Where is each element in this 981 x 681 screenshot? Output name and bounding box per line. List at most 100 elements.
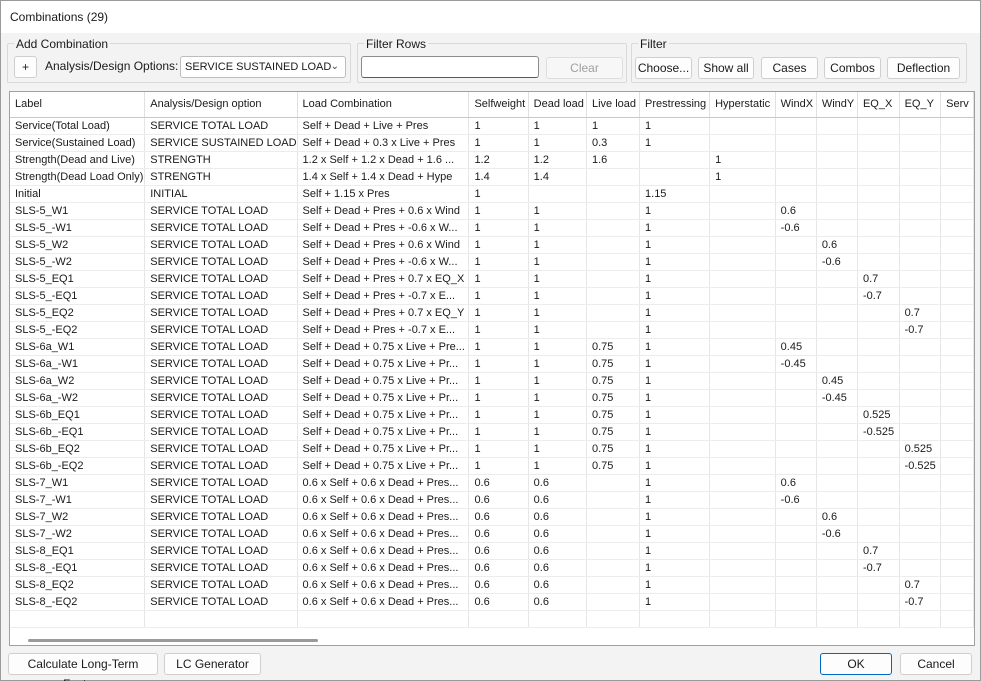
table-cell[interactable]: SLS-6b_EQ2 <box>10 440 146 458</box>
table-cell[interactable] <box>709 134 776 152</box>
table-cell[interactable]: SLS-5_EQ2 <box>10 304 146 322</box>
table-cell[interactable]: SERVICE TOTAL LOAD <box>144 457 298 475</box>
table-cell[interactable]: 0.525 <box>899 440 942 458</box>
table-cell[interactable]: 1 <box>468 338 529 356</box>
table-cell[interactable]: SERVICE TOTAL LOAD <box>144 117 298 135</box>
table-cell[interactable]: Self + Dead + Pres + -0.6 x W... <box>297 253 470 271</box>
table-cell[interactable] <box>816 355 858 373</box>
table-cell[interactable]: SERVICE TOTAL LOAD <box>144 202 298 220</box>
table-row[interactable]: SLS-7_-W2 SERVICE TOTAL LOAD 0.6 x Self + … <box>10 525 974 543</box>
table-cell[interactable] <box>775 508 817 526</box>
column-header[interactable]: EQ_Y <box>899 92 942 118</box>
table-cell[interactable] <box>940 219 974 237</box>
table-cell[interactable]: 1 <box>639 525 711 543</box>
table-cell[interactable] <box>857 168 900 186</box>
table-cell[interactable] <box>775 576 817 594</box>
table-cell[interactable]: STRENGTH <box>144 168 298 186</box>
table-cell[interactable]: 1 <box>639 117 711 135</box>
table-cell[interactable]: 1 <box>468 321 529 339</box>
table-row[interactable]: Service(Sustained Load) SERVICE SUSTAINED… <box>10 134 974 152</box>
table-cell[interactable] <box>899 474 942 492</box>
table-cell[interactable] <box>709 491 776 509</box>
table-cell[interactable]: 1 <box>639 508 711 526</box>
table-cell[interactable] <box>899 406 942 424</box>
table-cell[interactable] <box>586 287 641 305</box>
table-cell[interactable]: 0.6 <box>816 508 858 526</box>
table-cell[interactable]: 1 <box>639 304 711 322</box>
table-cell[interactable] <box>899 508 942 526</box>
table-row[interactable]: SLS-5_-EQ1 SERVICE TOTAL LOAD Self + Dead … <box>10 287 974 305</box>
table-cell[interactable]: 1 <box>709 168 776 186</box>
ok-button[interactable]: OK <box>820 653 892 675</box>
table-cell[interactable] <box>940 270 974 288</box>
table-cell[interactable]: 1 <box>639 491 711 509</box>
table-cell[interactable] <box>586 168 641 186</box>
table-row[interactable]: SLS-6b_EQ1 SERVICE TOTAL LOAD Self + Dead … <box>10 406 974 424</box>
table-cell[interactable]: 1 <box>528 372 587 390</box>
table-cell[interactable] <box>899 117 942 135</box>
lc-generator-button[interactable]: LC Generator <box>164 653 261 675</box>
table-row[interactable]: SLS-7_W2 SERVICE TOTAL LOAD 0.6 x Self + 0… <box>10 508 974 526</box>
table-cell[interactable]: SERVICE TOTAL LOAD <box>144 593 298 611</box>
table-cell[interactable] <box>857 202 900 220</box>
table-cell[interactable]: 1 <box>586 117 641 135</box>
table-cell[interactable]: 1 <box>528 423 587 441</box>
table-cell[interactable] <box>775 389 817 407</box>
table-cell[interactable]: 0.6 x Self + 0.6 x Dead + Pres... <box>297 576 470 594</box>
table-cell[interactable] <box>899 389 942 407</box>
table-cell[interactable]: Self + Dead + 0.75 x Live + Pr... <box>297 389 470 407</box>
table-cell[interactable]: SLS-6a_-W1 <box>10 355 146 373</box>
table-cell[interactable] <box>709 457 776 475</box>
table-cell[interactable]: 1.15 <box>639 185 711 203</box>
table-cell[interactable]: SLS-6b_-EQ1 <box>10 423 146 441</box>
table-cell[interactable] <box>816 542 858 560</box>
table-cell[interactable]: Service(Sustained Load) <box>10 134 146 152</box>
column-header[interactable]: Dead load <box>528 92 587 118</box>
table-cell[interactable] <box>709 525 776 543</box>
table-cell[interactable] <box>899 338 942 356</box>
table-cell[interactable] <box>899 168 942 186</box>
table-cell[interactable]: 0.6 <box>468 576 529 594</box>
table-cell[interactable] <box>816 117 858 135</box>
table-row[interactable]: SLS-5_EQ1 SERVICE TOTAL LOAD Self + Dead +… <box>10 270 974 288</box>
table-row[interactable]: SLS-5_W1 SERVICE TOTAL LOAD Self + Dead + … <box>10 202 974 220</box>
column-header[interactable]: Live load <box>586 92 641 118</box>
table-cell[interactable]: 1.2 <box>528 151 587 169</box>
horizontal-scrollbar[interactable] <box>10 635 974 645</box>
column-header[interactable]: Selfweight <box>468 92 529 118</box>
table-row[interactable]: SLS-7_W1 SERVICE TOTAL LOAD 0.6 x Self + 0… <box>10 474 974 492</box>
table-cell[interactable] <box>709 270 776 288</box>
table-cell[interactable]: 1 <box>468 253 529 271</box>
table-cell[interactable] <box>709 287 776 305</box>
table-cell[interactable] <box>899 287 942 305</box>
table-cell[interactable] <box>816 338 858 356</box>
table-cell[interactable] <box>857 508 900 526</box>
table-cell[interactable] <box>816 457 858 475</box>
table-cell[interactable]: Self + Dead + 0.3 x Live + Pres <box>297 134 470 152</box>
table-cell[interactable] <box>775 406 817 424</box>
table-cell[interactable]: 1.4 x Self + 1.4 x Dead + Hype <box>297 168 470 186</box>
table-cell[interactable]: SERVICE TOTAL LOAD <box>144 508 298 526</box>
table-cell[interactable]: SLS-7_W2 <box>10 508 146 526</box>
table-cell[interactable]: 1 <box>639 355 711 373</box>
table-cell[interactable] <box>709 559 776 577</box>
table-cell[interactable]: 1 <box>468 423 529 441</box>
table-cell[interactable] <box>940 151 974 169</box>
table-cell[interactable]: 1 <box>528 202 587 220</box>
table-cell[interactable]: Self + Dead + 0.75 x Live + Pr... <box>297 423 470 441</box>
table-cell[interactable] <box>816 559 858 577</box>
table-cell[interactable]: 0.6 <box>528 474 587 492</box>
table-cell[interactable] <box>899 236 942 254</box>
table-cell[interactable]: SERVICE TOTAL LOAD <box>144 219 298 237</box>
table-cell[interactable]: SERVICE TOTAL LOAD <box>144 270 298 288</box>
table-cell[interactable] <box>857 117 900 135</box>
table-cell[interactable]: 1 <box>528 321 587 339</box>
table-cell[interactable] <box>940 202 974 220</box>
table-cell[interactable] <box>940 338 974 356</box>
table-cell[interactable]: 1 <box>528 236 587 254</box>
table-cell[interactable]: Self + Dead + 0.75 x Live + Pr... <box>297 355 470 373</box>
table-cell[interactable]: 1 <box>468 185 529 203</box>
table-cell[interactable]: 0.75 <box>586 406 641 424</box>
table-cell[interactable] <box>709 202 776 220</box>
table-cell[interactable] <box>940 525 974 543</box>
